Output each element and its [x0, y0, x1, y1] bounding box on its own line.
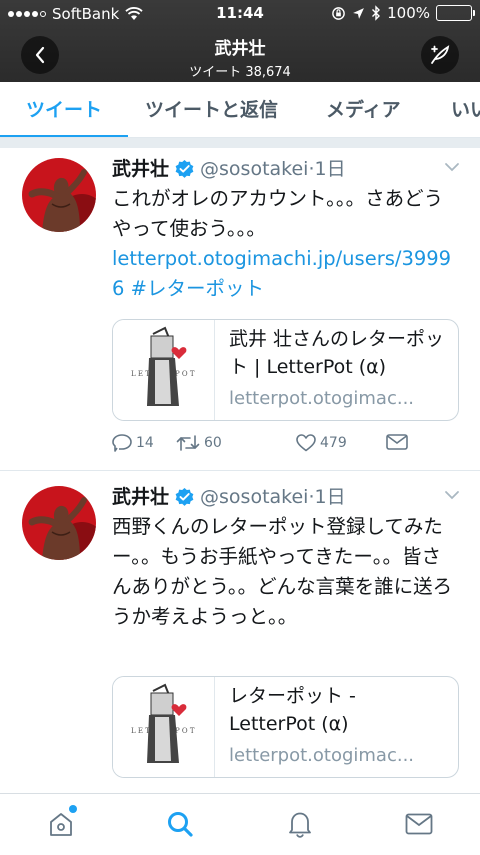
- tweet-meta: 武井壮 @sosotakei · 1日: [112, 482, 460, 512]
- author-name[interactable]: 武井壮: [112, 482, 169, 512]
- card-info: 武井 壮さんのレターポット | LetterPot (α) letterpot.…: [229, 325, 448, 413]
- retweet-icon: [176, 435, 200, 451]
- tab-tweets[interactable]: ツイート: [26, 82, 102, 137]
- tweet[interactable]: 武井壮 @sosotakei · 1日 これがオレのアカウント。。。さあどうやっ…: [0, 148, 480, 470]
- battery-percent: 100%: [387, 4, 430, 22]
- tweet-text-body: これがオレのアカウント。。。さあどうやって使おう。。。: [112, 187, 444, 240]
- avatar[interactable]: [22, 158, 96, 232]
- verified-badge-icon: [175, 159, 194, 178]
- card-title: 武井 壮さんのレターポット | LetterPot (α): [229, 328, 445, 378]
- author-handle[interactable]: @sosotakei: [200, 482, 308, 512]
- svg-text:P O T: P O T: [175, 370, 195, 378]
- bell-icon: [289, 812, 311, 838]
- orientation-lock-icon: [332, 6, 345, 20]
- tab-media[interactable]: メディア: [326, 82, 401, 137]
- mail-icon: [386, 434, 408, 450]
- reply-button[interactable]: 14: [112, 434, 154, 452]
- nav-notifications[interactable]: [284, 808, 316, 840]
- bottom-tab-bar: [0, 793, 480, 855]
- link-card[interactable]: L E T P O T レターポット - LetterPot (α) lette…: [112, 676, 459, 778]
- tweet-text: これがオレのアカウント。。。さあどうやって使おう。。。 letterpot.ot…: [112, 184, 460, 304]
- section-divider: [0, 138, 480, 148]
- location-icon: [353, 7, 365, 19]
- reply-icon: [112, 434, 132, 452]
- card-thumbnail: L E T P O T: [113, 320, 215, 420]
- verified-badge-icon: [175, 487, 194, 506]
- chevron-down-icon[interactable]: [444, 162, 460, 172]
- tweet-text: 西野くんのレターポット登録してみたー。。もうお手紙やってきたー。。皆さんありがと…: [112, 515, 453, 628]
- card-info: レターポット - LetterPot (α) letterpot.otogima…: [229, 682, 448, 770]
- profile-header: SoftBank 11:44 100% 武井壮 ツイート 38,674: [0, 0, 480, 82]
- retweet-button[interactable]: 60: [176, 434, 222, 452]
- tweet-time[interactable]: 1日: [315, 482, 346, 512]
- status-bar: SoftBank 11:44 100%: [0, 0, 480, 28]
- tweet-body: 武井壮 @sosotakei · 1日 これがオレのアカウント。。。さあどうやっ…: [112, 154, 460, 304]
- nav-messages[interactable]: [403, 808, 435, 840]
- profile-tabs: ツイート ツイートと返信 メディア いい: [0, 82, 480, 138]
- tweet[interactable]: 武井壮 @sosotakei · 1日 西野くんのレターポット登録してみたー。。…: [0, 470, 480, 790]
- bluetooth-icon: [372, 5, 381, 21]
- link-card[interactable]: L E T P O T 武井 壮さんのレターポット | LetterPot (α…: [112, 319, 459, 421]
- svg-text:L E T: L E T: [131, 727, 150, 735]
- hashtag-link[interactable]: #レターポット: [131, 277, 264, 300]
- search-icon: [168, 812, 193, 837]
- like-button[interactable]: 479: [296, 434, 347, 452]
- compose-feather-icon: [431, 45, 450, 64]
- home-icon: [50, 813, 72, 836]
- mail-icon: [405, 813, 433, 835]
- status-right: 100%: [331, 4, 475, 22]
- like-count: 479: [320, 435, 347, 451]
- svg-text:P O T: P O T: [175, 727, 195, 735]
- tweet-actions: 14 60 479: [112, 434, 412, 458]
- author-handle[interactable]: @sosotakei: [200, 154, 308, 184]
- compose-tweet-button[interactable]: [421, 36, 459, 74]
- reply-count: 14: [136, 435, 154, 451]
- tweet-body: 武井壮 @sosotakei · 1日 西野くんのレターポット登録してみたー。。…: [112, 482, 460, 632]
- tab-tweets-and-replies[interactable]: ツイートと返信: [145, 82, 278, 137]
- nav-search[interactable]: [164, 808, 196, 840]
- header-titles: 武井壮 ツイート 38,674: [0, 34, 480, 80]
- notification-dot: [69, 805, 77, 813]
- battery-icon: [436, 5, 475, 21]
- retweet-count: 60: [204, 435, 222, 451]
- tweet-meta: 武井壮 @sosotakei · 1日: [112, 154, 460, 184]
- tab-likes[interactable]: いい: [451, 82, 480, 137]
- card-domain: letterpot.otogimac...: [229, 388, 415, 409]
- svg-text:L E T: L E T: [131, 370, 150, 378]
- direct-message-button[interactable]: [386, 434, 408, 450]
- card-title: レターポット - LetterPot (α): [229, 685, 356, 735]
- chevron-down-icon[interactable]: [444, 490, 460, 500]
- heart-icon: [296, 434, 316, 452]
- nav-home[interactable]: [45, 805, 77, 840]
- page-title: 武井壮: [214, 39, 266, 59]
- tweet-time[interactable]: 1日: [315, 154, 346, 184]
- card-thumbnail: L E T P O T: [113, 677, 215, 777]
- card-domain: letterpot.otogimac...: [229, 745, 415, 766]
- author-name[interactable]: 武井壮: [112, 154, 169, 184]
- avatar[interactable]: [22, 486, 96, 560]
- tweet-count: ツイート 38,674: [189, 65, 291, 80]
